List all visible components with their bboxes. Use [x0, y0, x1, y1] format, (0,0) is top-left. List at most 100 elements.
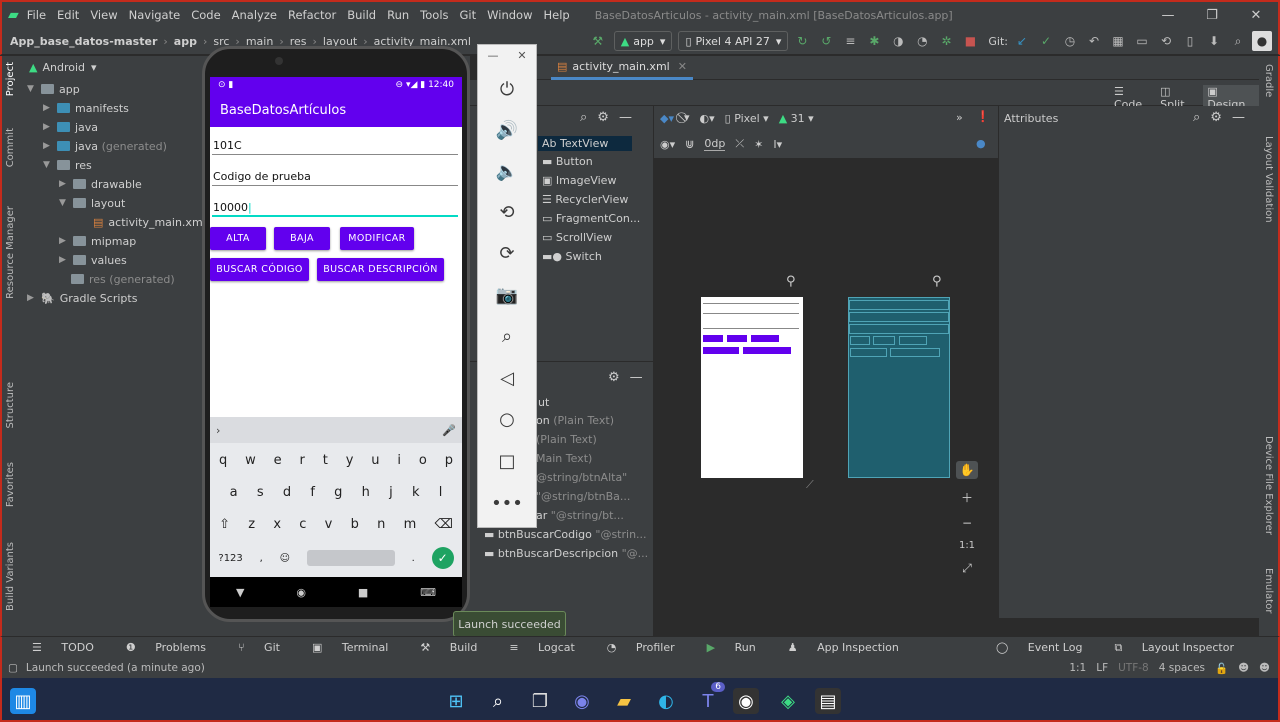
menu-file[interactable]: File	[27, 8, 46, 22]
buscar-codigo-button[interactable]: BUSCAR CÓDIGO	[210, 258, 309, 281]
layers-icon[interactable]: ◆▾	[660, 112, 674, 125]
modificar-button[interactable]: MODIFICAR	[340, 227, 414, 250]
avatar[interactable]: ●	[1252, 31, 1272, 51]
chevron-right-icon[interactable]: ›	[216, 424, 220, 437]
keyboard-icon[interactable]: ⌨	[420, 586, 436, 599]
key[interactable]: u	[371, 453, 379, 468]
api-dropdown[interactable]: ▲ 31 ▾	[779, 112, 814, 125]
key[interactable]: e	[274, 453, 282, 468]
tab-todo[interactable]: ☰ TODO	[32, 641, 110, 654]
line-separator[interactable]: LF	[1096, 662, 1108, 674]
gear-icon[interactable]: ⚙	[597, 110, 609, 125]
key[interactable]: q	[219, 453, 227, 468]
search-icon[interactable]: ⌕	[1193, 110, 1200, 125]
key[interactable]: c	[299, 517, 306, 532]
tab-logcat[interactable]: ≡ Logcat	[509, 641, 590, 654]
git-update-icon[interactable]: ↙	[1012, 31, 1032, 51]
key[interactable]: a	[230, 485, 238, 500]
tree-item-app[interactable]: ▼ app	[27, 80, 80, 98]
tree-item-java[interactable]: ▶ java	[43, 118, 98, 136]
night-mode-icon[interactable]: ◐▾	[700, 112, 715, 125]
tool-tab-project[interactable]: Project	[5, 62, 16, 96]
close-emulator-icon[interactable]: ✕	[517, 49, 526, 62]
tree-item-values[interactable]: ▶ values	[59, 251, 127, 269]
tab-build[interactable]: ⚒ Build	[420, 641, 493, 654]
tab-app-inspection[interactable]: ♟ App Inspection	[788, 641, 915, 654]
key[interactable]: m	[404, 517, 417, 532]
spacebar-key[interactable]	[306, 550, 395, 566]
caret-position[interactable]: 1:1	[1069, 662, 1086, 674]
symbols-key[interactable]: ?123	[218, 553, 242, 564]
key[interactable]: d	[283, 485, 291, 500]
tool-tab-build-variants[interactable]: Build Variants	[5, 542, 16, 611]
maximize-button[interactable]: ❐	[1190, 2, 1234, 28]
zoom-fit-icon[interactable]: ⤢	[962, 561, 972, 576]
wrench-icon[interactable]: ⚲	[786, 274, 796, 289]
search-icon[interactable]: ⌕	[485, 688, 511, 714]
tab-git[interactable]: ⑂ Git	[238, 641, 296, 654]
price-input[interactable]: 10000|	[212, 191, 458, 217]
component-tree-row[interactable]: ▬ btnBuscarCodigo "@strin...	[484, 528, 647, 541]
key[interactable]: w	[245, 453, 256, 468]
windows-start-icon[interactable]: ⊞	[443, 688, 469, 714]
search-icon[interactable]: ⌕	[580, 110, 587, 125]
file-explorer-icon[interactable]: ▰	[611, 688, 637, 714]
minimize-panel-icon[interactable]: —	[1232, 110, 1245, 125]
component-tree-row[interactable]: @string/btnAlta"	[536, 471, 627, 484]
phone-screen[interactable]: ⊙ ▮ ⊖ ▾◢ ▮ 12:40 BaseDatosArtículos 101C…	[210, 77, 462, 607]
tree-item-res[interactable]: ▼ res	[43, 156, 92, 174]
debug-icon[interactable]: ✱	[864, 31, 884, 51]
project-structure-icon[interactable]: ▦	[1108, 31, 1128, 51]
tree-item-activity-main[interactable]: ▤ activity_main.xml	[93, 213, 206, 231]
tree-item-mipmap[interactable]: ▶ mipmap	[59, 232, 136, 250]
menu-build[interactable]: Build	[347, 8, 376, 22]
description-input[interactable]: Codigo de prueba	[212, 160, 458, 186]
indent-setting[interactable]: 4 spaces	[1159, 662, 1205, 674]
home-icon[interactable]: ○	[478, 399, 536, 439]
minimize-panel-icon[interactable]: —	[630, 370, 643, 385]
tool-tab-resource-manager[interactable]: Resource Manager	[5, 206, 16, 299]
android-studio-taskbar-icon[interactable]: ▥	[10, 688, 36, 714]
emoji-key[interactable]: ☺	[280, 553, 290, 564]
warning-icon[interactable]: ❗	[976, 110, 990, 123]
orientation-icon[interactable]: ⃠▾	[684, 111, 690, 125]
menu-git[interactable]: Git	[460, 8, 477, 22]
soft-keyboard[interactable]: › 🎤 q w e r t y u i o p a s d f g h j k l ⇧ z x c v b n m ⌫ ?123 …	[210, 417, 462, 577]
key[interactable]: o	[419, 453, 427, 468]
tree-item-gradle-scripts[interactable]: ▶ 🐘 Gradle Scripts	[27, 289, 137, 307]
menu-navigate[interactable]: Navigate	[129, 8, 181, 22]
minimize-button[interactable]: —	[1146, 2, 1190, 28]
project-view-selector[interactable]: ▲ Android ▾	[29, 58, 97, 76]
period-key[interactable]: .	[412, 553, 415, 564]
key[interactable]: r	[299, 453, 304, 468]
palette-item-recyclerview[interactable]: ☰ RecyclerView	[542, 193, 628, 206]
palette-item-button[interactable]: ▬ Button	[542, 155, 593, 168]
palette-item-switch[interactable]: ▬● Switch	[542, 250, 602, 263]
sdk-manager-icon[interactable]: ⬇	[1204, 31, 1224, 51]
app-icon[interactable]: ◉	[733, 688, 759, 714]
tool-tab-commit[interactable]: Commit	[5, 128, 16, 167]
gear-icon[interactable]: ⚙	[1210, 110, 1222, 125]
tab-run[interactable]: ▶ Run	[707, 641, 772, 654]
menu-help[interactable]: Help	[543, 8, 569, 22]
blueprint-preview[interactable]	[848, 297, 950, 478]
feedback-icon[interactable]: ☻	[1259, 662, 1270, 674]
backspace-key[interactable]: ⌫	[434, 517, 452, 532]
camera-icon[interactable]: 📷	[478, 275, 536, 315]
back-icon[interactable]: ◁	[478, 358, 536, 398]
emulator-icon[interactable]: ▤	[815, 688, 841, 714]
device-dropdown[interactable]: ▯ Pixel ▾	[725, 112, 769, 125]
key[interactable]: y	[346, 453, 354, 468]
android-studio-icon[interactable]: ◈	[775, 688, 801, 714]
microphone-icon[interactable]: 🎤	[442, 424, 456, 437]
tool-tab-device-file-explorer[interactable]: Device File Explorer	[1263, 436, 1274, 535]
shift-key[interactable]: ⇧	[219, 517, 230, 532]
tab-event-log[interactable]: ◯ Event Log	[996, 641, 1098, 654]
stop-icon[interactable]: ■	[960, 31, 980, 51]
key[interactable]: l	[439, 485, 443, 500]
volume-up-icon[interactable]: 🔊	[478, 110, 536, 150]
menu-window[interactable]: Window	[487, 8, 532, 22]
infer-constraints-icon[interactable]: ✶	[754, 138, 763, 151]
key[interactable]: g	[334, 485, 342, 500]
sync-gradle-icon[interactable]: ⟲	[1156, 31, 1176, 51]
